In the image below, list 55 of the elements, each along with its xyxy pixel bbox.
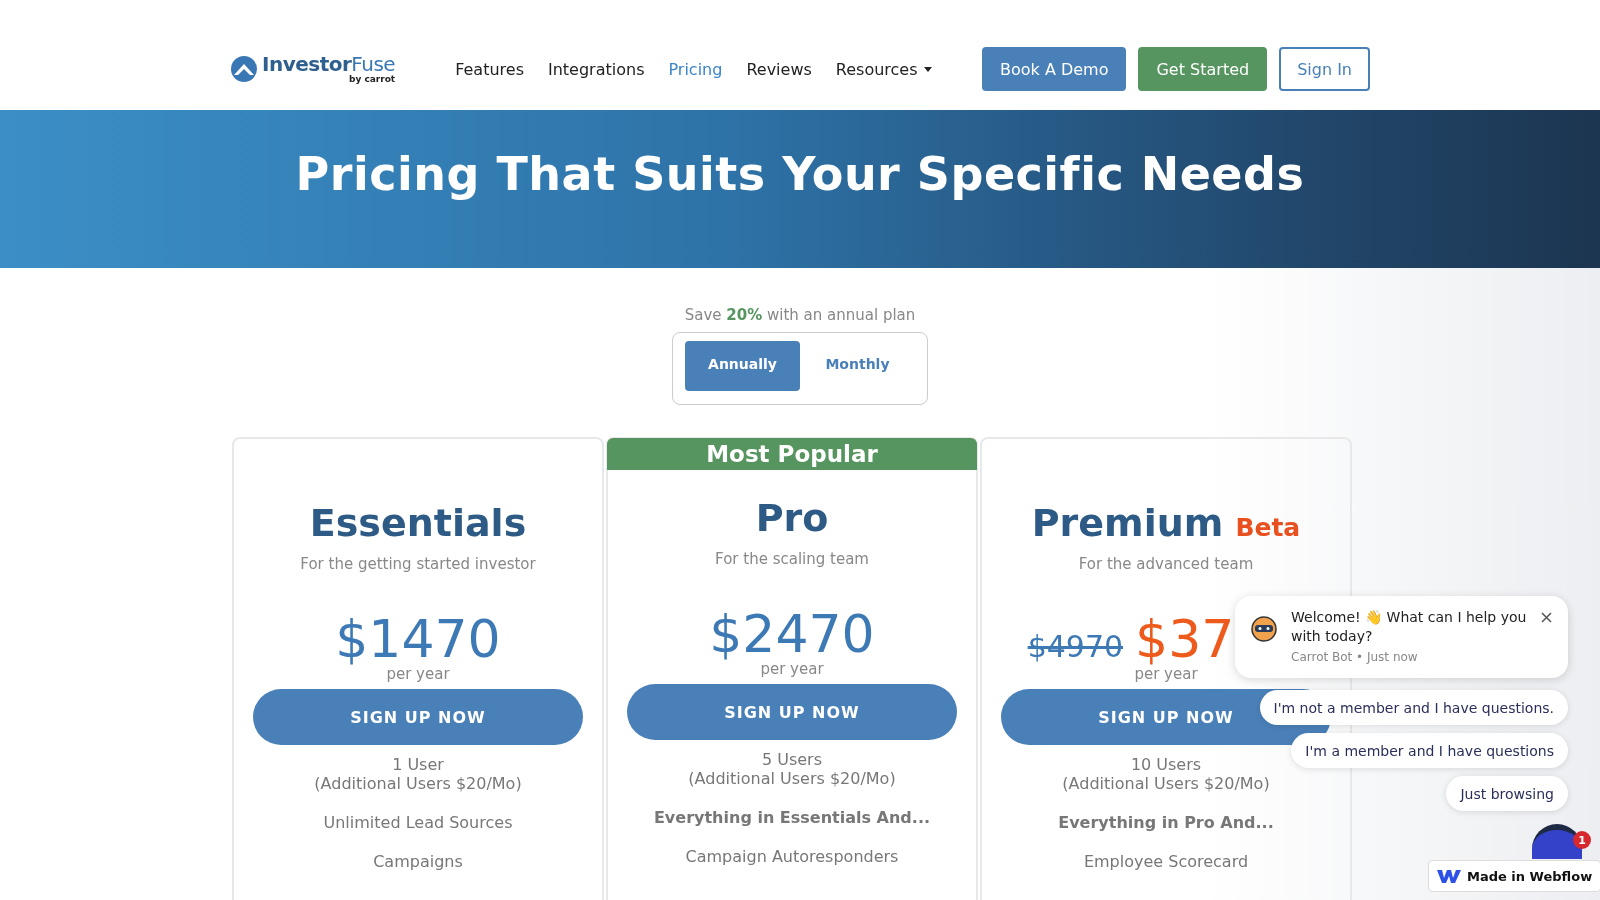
webflow-label: Made in Webflow xyxy=(1467,868,1593,884)
quick-reply-menu[interactable]: I'm not a member and I have questions. xyxy=(1259,690,1568,725)
nav-link[interactable]: Resources xyxy=(835,59,932,79)
quick-reply-menu[interactable]: Just browsing xyxy=(1446,776,1568,811)
billing-option[interactable]: Monthly xyxy=(800,341,915,391)
additional-users-note: (Additional Users $20/Mo) xyxy=(314,774,522,793)
signup-button[interactable]: SIGN UP NOW xyxy=(253,689,583,745)
signup-button[interactable]: SIGN UP NOW xyxy=(627,684,957,740)
chat-message: Welcome! 👋 What can I help you with today? xyxy=(1291,608,1528,646)
plan-price: $1470 xyxy=(335,613,501,665)
nav-link[interactable]: Features xyxy=(455,59,524,79)
old-price: $4970 xyxy=(1027,632,1124,662)
user-count: 10 Users xyxy=(1130,755,1202,774)
unread-count-tooltip: 1 xyxy=(1573,831,1591,849)
nav-link[interactable]: Integrations xyxy=(547,59,645,79)
plan-feature: Everything in Pro And... xyxy=(1058,813,1274,832)
additional-users-note: (Additional Users $20/Mo) xyxy=(1062,774,1270,793)
price-period: per year xyxy=(760,660,824,678)
chat-meta: Carrot Bot • Just now xyxy=(1291,650,1419,664)
quick-reply-menu[interactable]: I'm a member and I have questions xyxy=(1291,733,1568,768)
popular-banner: Most Popular xyxy=(607,438,977,470)
hero-title: Pricing That Suits Your Specific Needs xyxy=(295,147,1305,201)
plan-name: Essentials xyxy=(309,501,527,545)
nav-link[interactable]: Reviews xyxy=(746,59,812,79)
user-count: 1 User xyxy=(392,755,444,774)
billing-option[interactable]: Annually xyxy=(685,341,800,391)
additional-users-note: (Additional Users $20/Mo) xyxy=(688,769,896,788)
logo-tagline: by carrot xyxy=(348,74,396,84)
plan-name: Premium xyxy=(1031,501,1224,545)
plan-feature: Employee Scorecard xyxy=(1083,852,1249,871)
plan-name: Pro xyxy=(755,496,829,540)
price-period: per year xyxy=(386,665,450,683)
plan-subtitle: For the getting started investor xyxy=(300,555,536,573)
price-period: per year xyxy=(1134,665,1198,683)
plan-feature: Campaigns xyxy=(373,852,463,871)
savings-note: Save 20% with an annual plan xyxy=(684,306,916,324)
plan-feature: Campaign Autoresponders xyxy=(685,847,899,866)
plan-feature: Everything in Essentials And... xyxy=(653,808,931,827)
user-count: 5 Users xyxy=(761,750,823,769)
header-button[interactable]: Book A Demo xyxy=(982,47,1127,91)
header-button[interactable]: Sign In xyxy=(1279,47,1370,91)
plan-subtitle: For the advanced team xyxy=(1078,555,1254,573)
w-logo-icon xyxy=(1437,868,1461,884)
plan-price: $2470 xyxy=(709,608,875,660)
beta-label: Beta xyxy=(1235,513,1301,542)
header-button[interactable]: Get Started xyxy=(1138,47,1268,91)
webflow-badge[interactable]: Made in Webflow xyxy=(1428,860,1600,892)
logo-wordmark[interactable]: InvestorFuse xyxy=(262,54,396,74)
plan-subtitle: For the scaling team xyxy=(715,550,869,568)
nav-link[interactable]: Pricing xyxy=(668,59,723,79)
caret-icon xyxy=(923,66,932,72)
plan-price: $37 xyxy=(1135,613,1235,665)
logo-mark-icon xyxy=(230,55,258,83)
plan-feature: Unlimited Lead Sources xyxy=(323,813,513,832)
close-icon[interactable] xyxy=(1541,612,1552,623)
